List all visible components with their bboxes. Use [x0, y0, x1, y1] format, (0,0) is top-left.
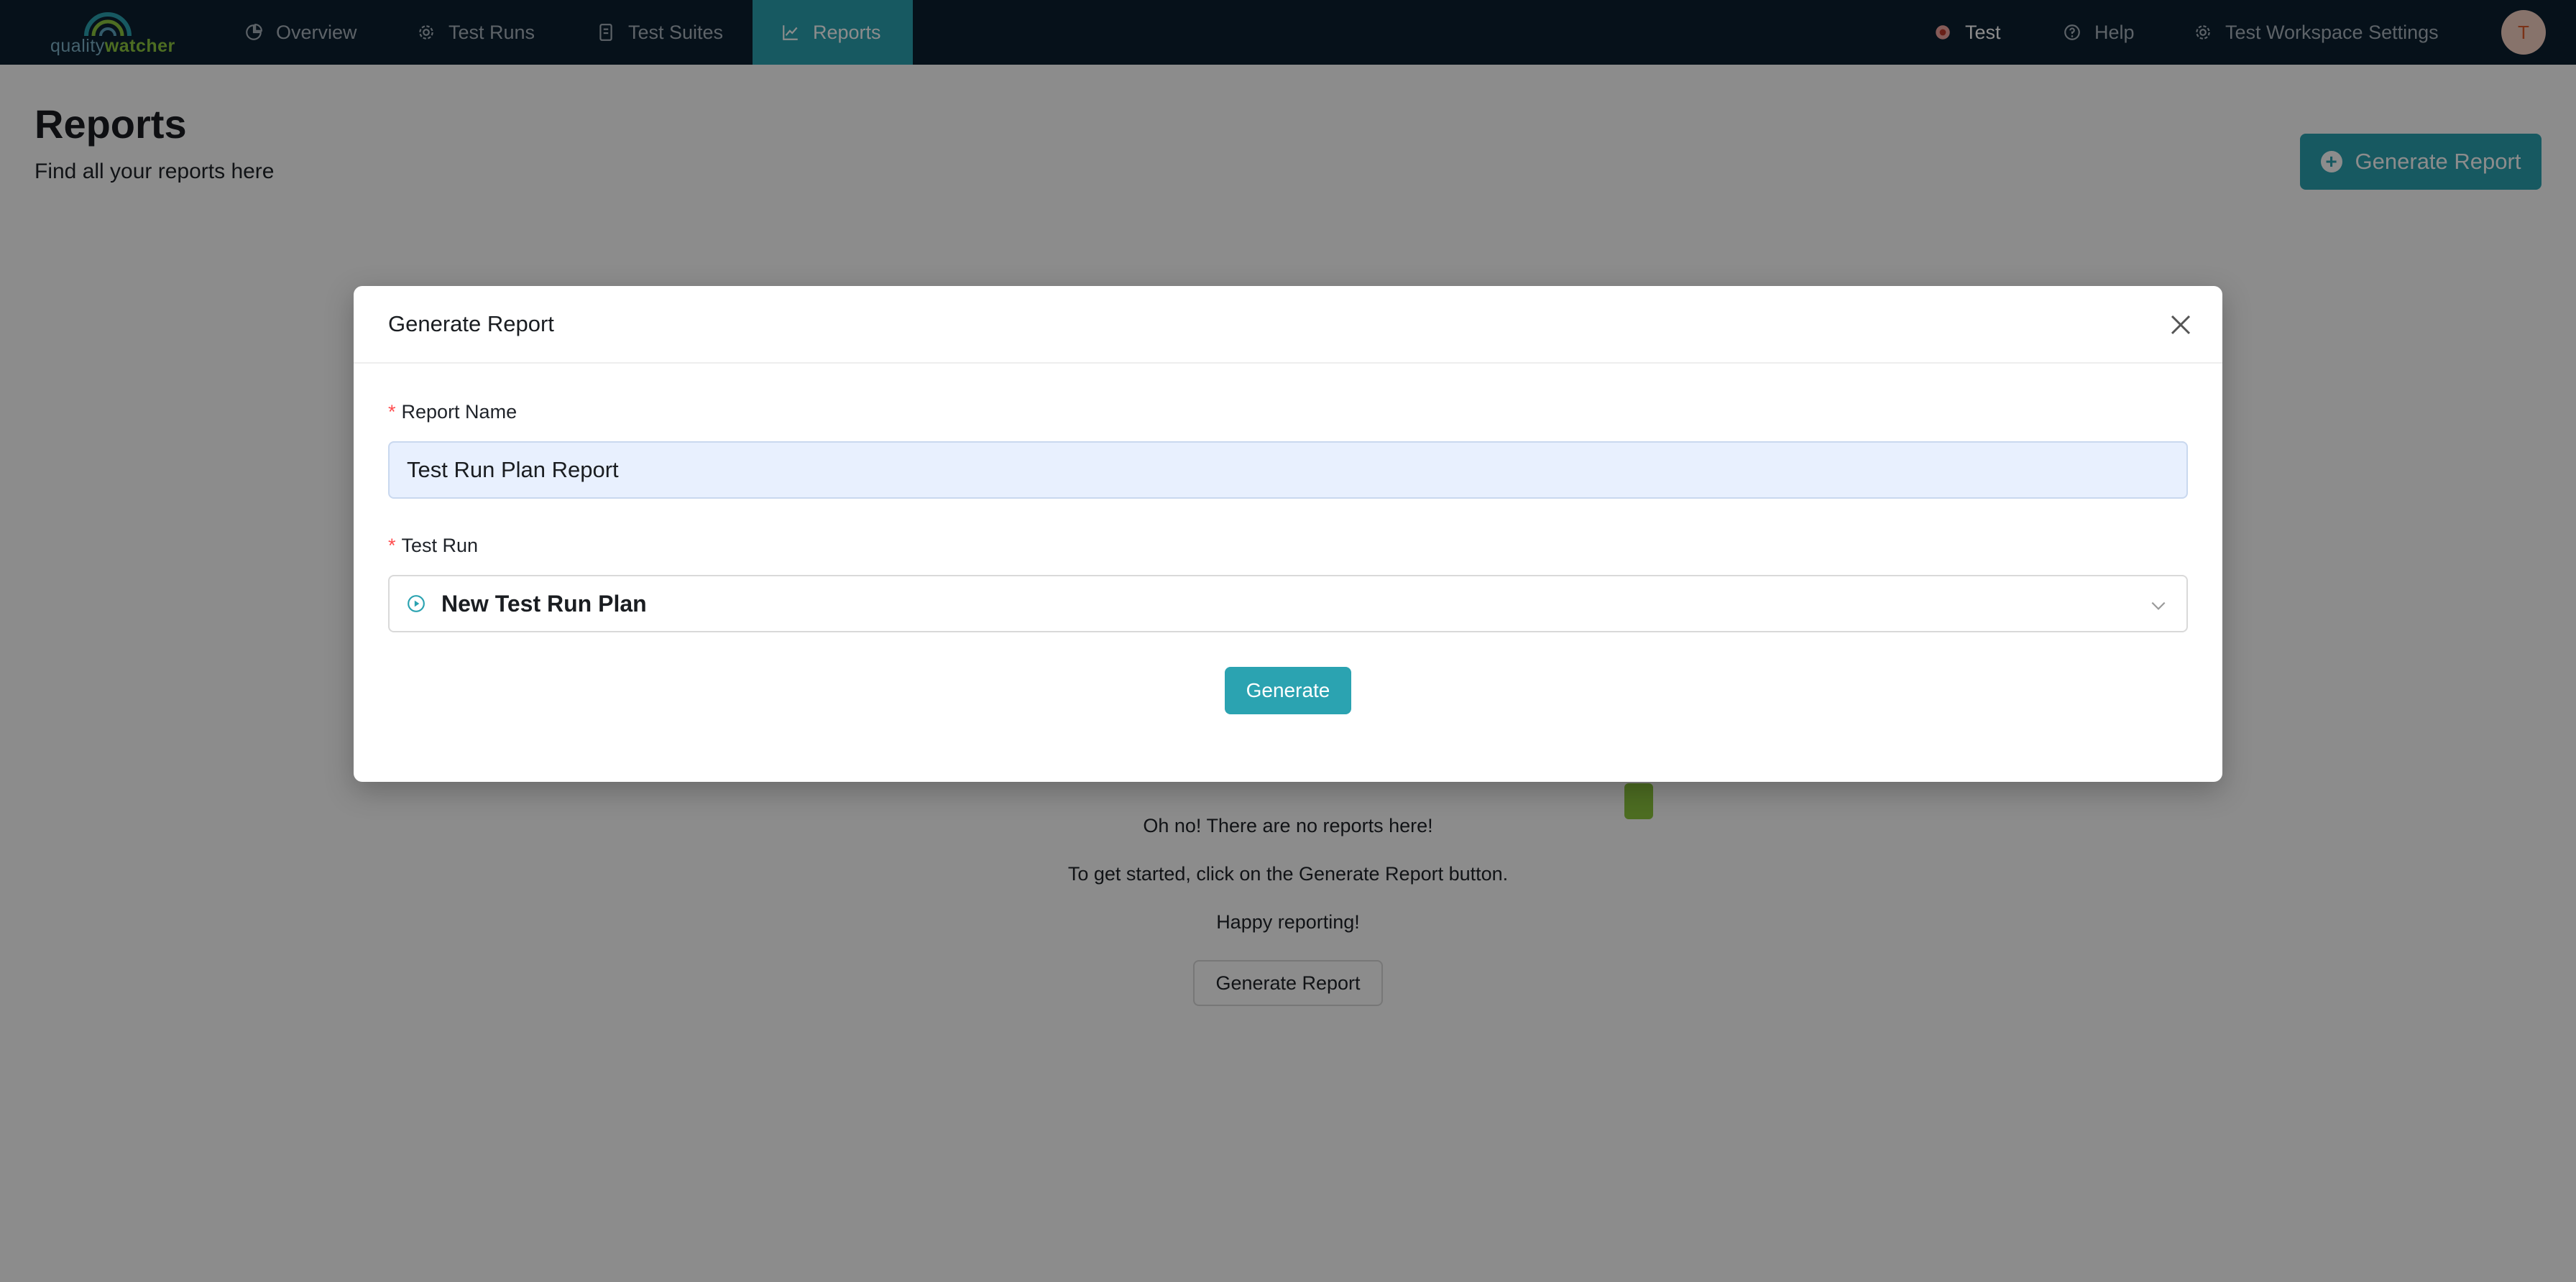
report-name-value: Test Run Plan Report [407, 457, 619, 482]
test-run-label: * Test Run [388, 535, 478, 557]
report-name-label-text: Report Name [401, 401, 518, 423]
generate-report-modal: Generate Report * Report Name Test Run Pl… [354, 286, 2222, 782]
modal-header: Generate Report [354, 286, 2222, 364]
report-name-label: * Report Name [388, 401, 517, 423]
report-name-input[interactable]: Test Run Plan Report [388, 441, 2188, 499]
test-run-label-text: Test Run [401, 535, 479, 556]
play-circle-icon [408, 595, 425, 612]
required-marker: * [388, 535, 396, 556]
chevron-down-icon [2151, 601, 2166, 610]
close-icon[interactable] [2168, 312, 2194, 338]
required-marker: * [388, 401, 396, 423]
modal-title: Generate Report [388, 311, 554, 336]
test-run-select[interactable]: New Test Run Plan [388, 575, 2188, 632]
generate-button[interactable]: Generate [1225, 667, 1351, 714]
test-run-selected-value: New Test Run Plan [441, 590, 647, 617]
